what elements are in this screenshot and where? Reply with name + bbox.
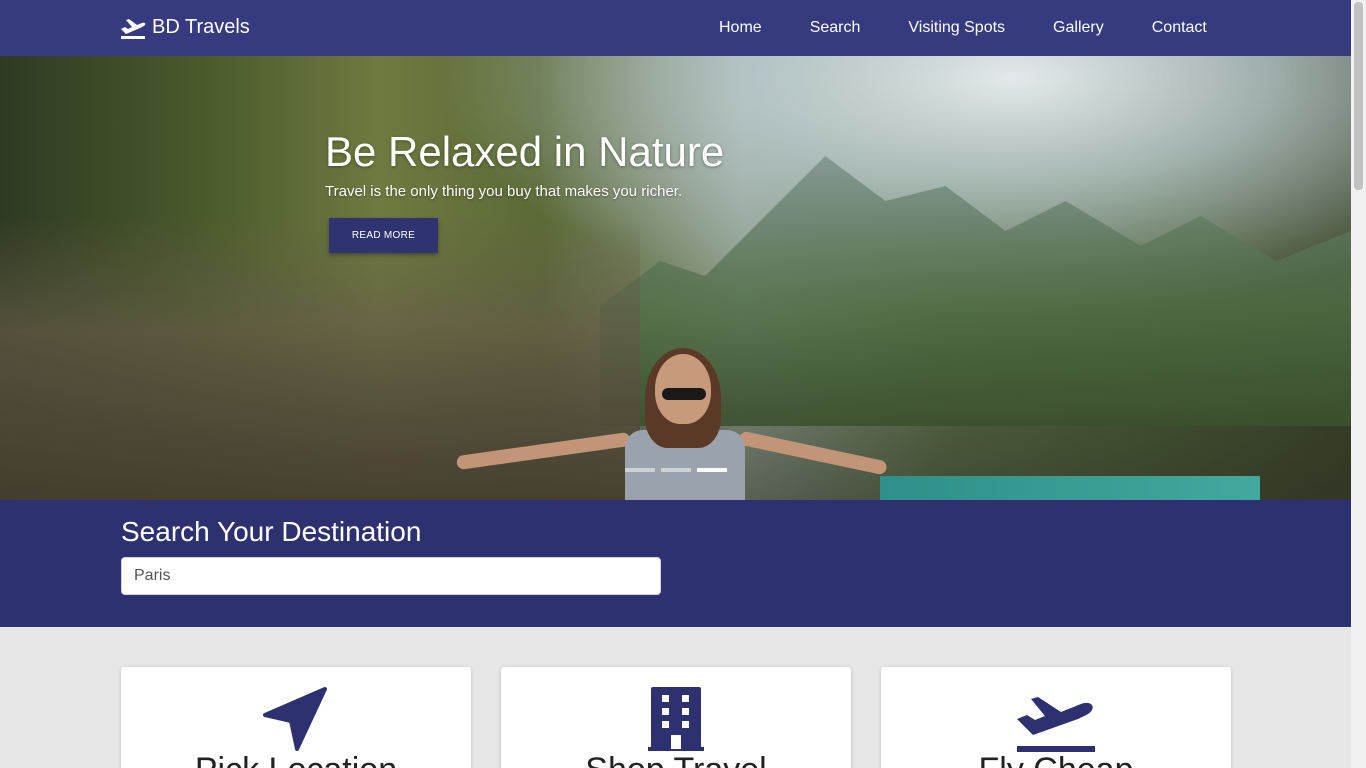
carousel-indicator-3[interactable] [697, 468, 727, 472]
hero-carousel: Be Relaxed in Nature Travel is the only … [0, 56, 1351, 500]
read-more-button[interactable]: READ MORE [329, 218, 438, 253]
hero-subtitle: Travel is the only thing you buy that ma… [325, 183, 683, 200]
nav-search[interactable]: Search [786, 0, 885, 56]
brand-name: BD Travels [152, 16, 250, 38]
nav-contact[interactable]: Contact [1128, 0, 1231, 56]
card-pick-location[interactable]: Pick Location [121, 667, 471, 768]
carousel-indicator-1[interactable] [625, 468, 655, 472]
hero-water [880, 476, 1260, 500]
nav-visiting-spots[interactable]: Visiting Spots [884, 0, 1029, 56]
destination-search-input[interactable] [121, 557, 661, 595]
scrollbar-thumb[interactable] [1354, 2, 1363, 190]
plane-departure-icon [1017, 697, 1095, 752]
card-title: Pick Location [121, 751, 471, 768]
page-scrollbar[interactable] [1351, 0, 1366, 768]
nav-home[interactable]: Home [695, 0, 786, 56]
carousel-indicators [625, 468, 727, 472]
card-shop-travel[interactable]: Shop Travel [501, 667, 851, 768]
search-section: Search Your Destination [0, 500, 1351, 627]
plane-departure-icon [121, 18, 146, 39]
feature-cards: Pick Location Shop Travel Fly Cheap [0, 627, 1351, 768]
card-title: Shop Travel [501, 751, 851, 768]
card-fly-cheap[interactable]: Fly Cheap [881, 667, 1231, 768]
card-title: Fly Cheap [881, 751, 1231, 768]
brand-logo[interactable]: BD Travels [120, 16, 250, 39]
building-icon [648, 687, 704, 751]
carousel-indicator-2[interactable] [661, 468, 691, 472]
search-title: Search Your Destination [121, 516, 422, 547]
hero-person-image [455, 348, 888, 500]
navbar: BD Travels Home Search Visiting Spots Ga… [0, 0, 1351, 56]
hero-title: Be Relaxed in Nature [325, 128, 725, 175]
nav-gallery[interactable]: Gallery [1029, 0, 1128, 56]
nav-links: Home Search Visiting Spots Gallery Conta… [695, 0, 1231, 56]
location-arrow-icon [263, 687, 327, 751]
